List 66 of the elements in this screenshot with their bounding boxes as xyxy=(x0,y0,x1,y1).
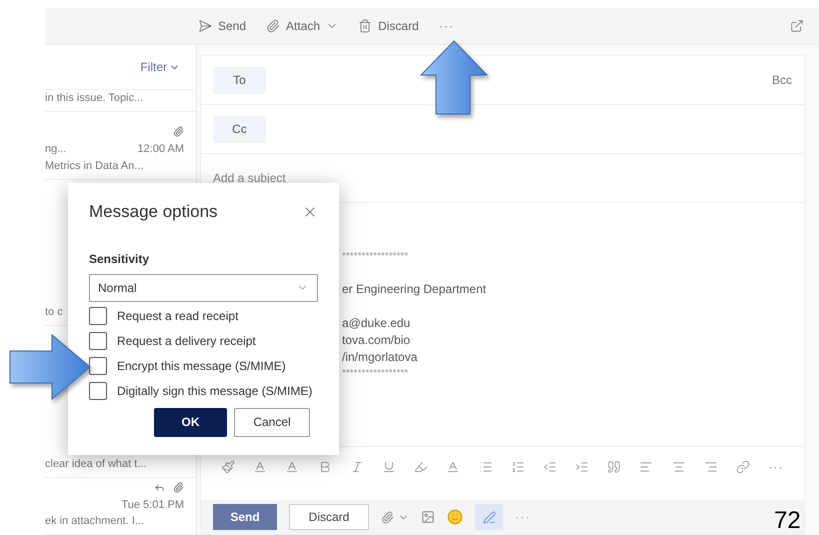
option-label: Digitally sign this message (S/MIME) xyxy=(117,382,312,400)
send-button[interactable]: Send xyxy=(213,504,277,530)
send-icon xyxy=(198,19,212,33)
emoji-icon[interactable] xyxy=(447,509,463,525)
attach-button[interactable]: Attach xyxy=(266,17,338,35)
sensitivity-label: Sensitivity xyxy=(89,250,150,268)
message-preview: ek in attachment. I... xyxy=(45,514,144,529)
filter-button[interactable]: Filter xyxy=(140,58,180,76)
reply-icon xyxy=(154,482,165,492)
message-item[interactable]: ng... 12:00 AM Metrics in Data An... xyxy=(45,112,196,180)
cancel-button[interactable]: Cancel xyxy=(234,408,310,436)
message-preview: in this issue. Topic... xyxy=(45,91,144,106)
checkbox[interactable] xyxy=(89,356,107,374)
message-item[interactable]: Tue 5:01 PM ek in attachment. I... xyxy=(45,478,196,535)
to-button[interactable]: To xyxy=(213,66,266,94)
ok-button[interactable]: OK xyxy=(154,408,227,436)
paperclip-icon xyxy=(266,19,280,33)
message-time: Tue 5:01 PM xyxy=(121,498,184,512)
message-preview: ng... xyxy=(45,142,66,157)
dialog-title: Message options xyxy=(89,201,218,223)
option-label: Request a read receipt xyxy=(117,308,238,324)
option-label: Request a delivery receipt xyxy=(117,332,256,350)
link-icon[interactable] xyxy=(736,460,750,474)
message-item[interactable]: in this issue. Topic... xyxy=(45,90,196,112)
cc-button[interactable]: Cc xyxy=(213,116,266,142)
paintbrush-icon[interactable] xyxy=(221,460,235,474)
align-right-icon[interactable] xyxy=(704,460,718,474)
separator-text: ***************** xyxy=(342,367,408,381)
sensitivity-dropdown[interactable]: Normal xyxy=(89,274,318,302)
italic-icon[interactable] xyxy=(350,460,364,474)
align-center-icon[interactable] xyxy=(672,460,686,474)
checkbox[interactable] xyxy=(89,306,107,324)
font-grow-icon[interactable] xyxy=(285,460,300,474)
body-text: er Engineering Department xyxy=(342,281,486,298)
underline-icon[interactable] xyxy=(382,460,396,474)
checkbox[interactable] xyxy=(89,382,107,400)
separator-text: ***************** xyxy=(342,250,408,264)
highlighter-icon[interactable] xyxy=(414,460,428,474)
pen-icon xyxy=(482,510,496,524)
font-color-icon[interactable] xyxy=(446,460,460,474)
font-size-icon[interactable] xyxy=(253,460,268,474)
discard-button[interactable]: Discard xyxy=(358,17,419,35)
checkbox[interactable] xyxy=(89,332,107,350)
indent-icon[interactable] xyxy=(575,460,590,474)
pop-out-icon[interactable] xyxy=(790,19,804,33)
image-icon[interactable] xyxy=(421,510,435,524)
send-button[interactable]: Send xyxy=(198,17,246,35)
more-button[interactable]: ··· xyxy=(768,458,784,476)
option-label: Encrypt this message (S/MIME) xyxy=(117,358,286,374)
body-text: a@duke.edu xyxy=(342,315,410,332)
numbered-list-icon[interactable] xyxy=(510,460,525,474)
message-preview: to c xyxy=(45,305,63,320)
more-button[interactable]: ··· xyxy=(438,17,454,35)
paperclip-icon[interactable] xyxy=(381,510,394,524)
slide-number: 72 xyxy=(774,508,801,534)
outdent-icon[interactable] xyxy=(542,460,557,474)
discard-button[interactable]: Discard xyxy=(289,504,369,530)
message-preview: Metrics in Data An... xyxy=(45,159,144,174)
bcc-button[interactable]: Bcc xyxy=(772,71,792,89)
body-text: /in/mgorlatova xyxy=(342,349,418,366)
body-text: tova.com/bio xyxy=(342,332,410,349)
align-left-icon[interactable] xyxy=(639,460,654,474)
quote-icon[interactable] xyxy=(607,460,622,474)
message-preview: clear idea of what t... xyxy=(45,457,146,472)
trash-icon xyxy=(358,19,372,33)
message-time: 12:00 AM xyxy=(138,142,184,157)
